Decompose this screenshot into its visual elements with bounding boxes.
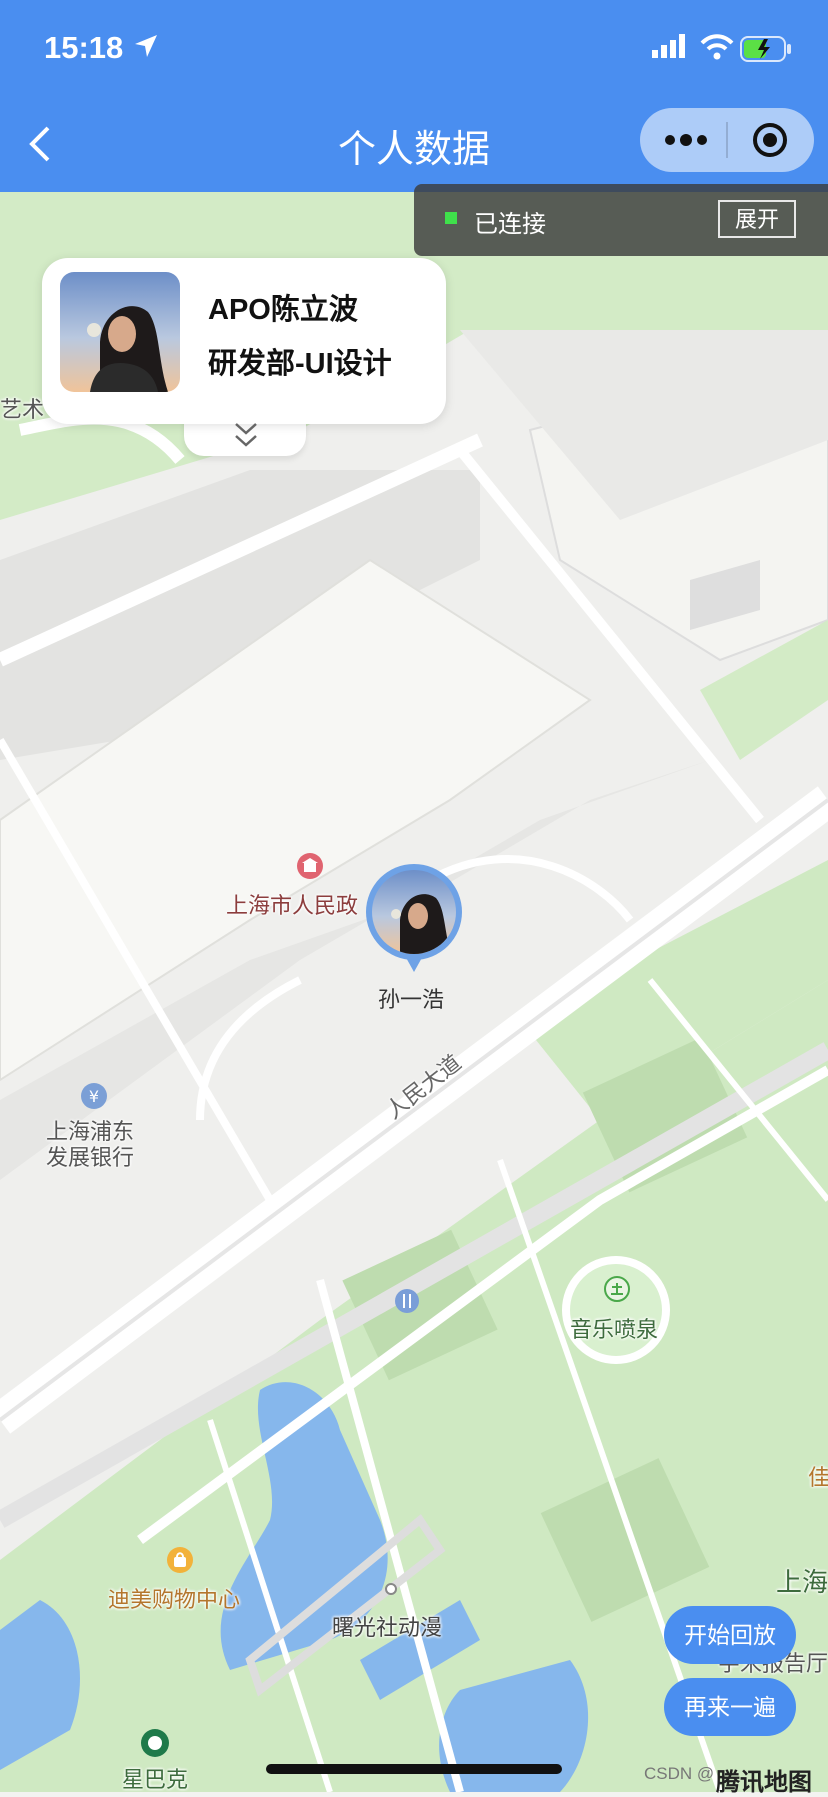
wifi-icon xyxy=(700,34,734,60)
double-chevron-down-icon[interactable] xyxy=(234,420,258,450)
government-poi-icon[interactable] xyxy=(296,852,324,880)
location-arrow-icon xyxy=(135,35,157,57)
restaurant-poi-icon[interactable] xyxy=(394,1288,420,1314)
map-label-shanghai: 上海 xyxy=(776,1567,828,1597)
map-label-fountain: 音乐喷泉 xyxy=(570,1317,659,1342)
status-time: 15:18 xyxy=(44,30,124,65)
map-label-jia: 佳 xyxy=(808,1465,828,1490)
connection-status-text: 已连接 xyxy=(474,211,546,238)
card-department: 研发部-UI设计 xyxy=(208,348,392,380)
home-indicator xyxy=(266,1764,562,1774)
map-label-anime: 曙光社动漫 xyxy=(332,1615,443,1640)
bank-poi-icon[interactable]: ¥ xyxy=(80,1082,108,1110)
card-name: APO陈立波 xyxy=(208,294,358,326)
start-replay-button[interactable]: 开始回放 xyxy=(664,1606,796,1664)
close-target-icon[interactable] xyxy=(752,122,788,158)
profile-avatar xyxy=(60,272,180,392)
map-label-starbucks: 星巴克 xyxy=(122,1767,189,1792)
svg-text:¥: ¥ xyxy=(89,1087,99,1106)
park-poi-icon[interactable] xyxy=(604,1276,630,1302)
more-dots-icon[interactable] xyxy=(664,132,708,148)
map-label-bank-line2: 发展银行 xyxy=(46,1145,135,1170)
map-label-government: 上海市人民政 xyxy=(226,893,359,918)
map-label-mall: 迪美购物中心 xyxy=(108,1587,241,1612)
connection-status-dot xyxy=(445,212,457,224)
map-label-art: 艺术 xyxy=(0,397,45,422)
anime-poi-icon[interactable] xyxy=(384,1582,398,1596)
marker-user-name: 孙一浩 xyxy=(378,987,445,1012)
replay-again-button[interactable]: 再来一遍 xyxy=(664,1678,796,1736)
csdn-watermark: CSDN @ xyxy=(644,1764,715,1783)
expand-button[interactable]: 展开 xyxy=(718,200,796,238)
shopping-poi-icon[interactable] xyxy=(166,1546,194,1574)
cellular-signal-icon xyxy=(652,34,685,58)
starbucks-poi-icon[interactable] xyxy=(140,1728,170,1758)
battery-icon xyxy=(740,36,791,62)
user-location-marker[interactable] xyxy=(364,864,464,976)
